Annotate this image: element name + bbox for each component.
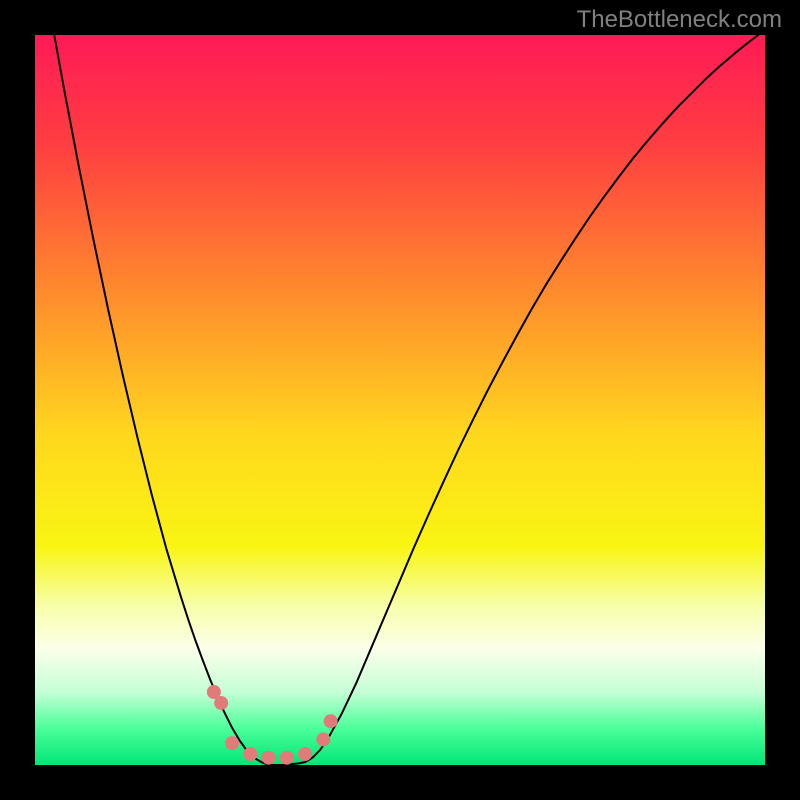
chart-frame: TheBottleneck.com — [0, 0, 800, 800]
marker-dot — [280, 751, 294, 765]
chart-plot — [35, 35, 765, 765]
marker-dot — [298, 747, 312, 761]
marker-dot — [243, 747, 257, 761]
marker-dot — [214, 696, 228, 710]
gradient-background — [35, 35, 765, 765]
marker-dot — [324, 714, 338, 728]
watermark-text: TheBottleneck.com — [577, 6, 782, 34]
marker-dot — [225, 736, 239, 750]
marker-dot — [262, 751, 276, 765]
marker-dot — [316, 732, 330, 746]
